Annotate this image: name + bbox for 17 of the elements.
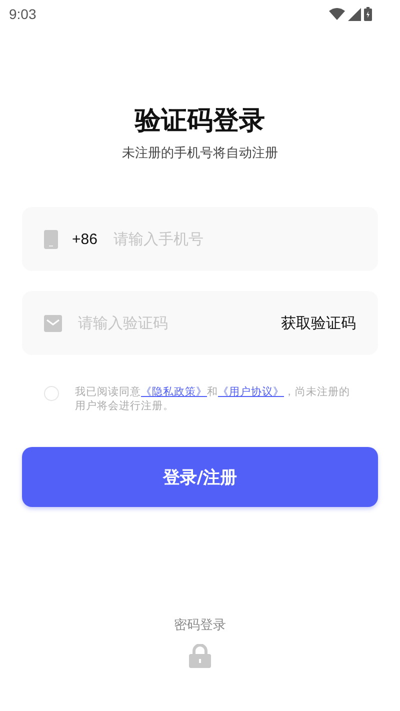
page-title: 验证码登录 <box>134 105 266 138</box>
page-subtitle: 未注册的手机号将自动注册 <box>121 145 279 162</box>
login-button[interactable]: 登录/注册 <box>22 447 378 507</box>
policy-link[interactable]: 《隐私政策》 <box>141 386 207 398</box>
lock-icon[interactable] <box>189 644 211 668</box>
phone-icon <box>44 230 58 248</box>
message-icon <box>44 314 62 332</box>
battery-icon <box>364 7 372 21</box>
agreement-text: 我已阅读同意《隐私政策》和《用户协议》，尚未注册的用户将会进行注册。 <box>75 385 351 413</box>
password-login-link[interactable]: 密码登录 <box>174 616 226 634</box>
status-time: 9:03 <box>9 6 36 22</box>
wifi-icon <box>329 8 345 20</box>
agree-checkbox[interactable] <box>44 386 59 401</box>
signal-icon <box>348 8 361 20</box>
get-code-button[interactable]: 获取验证码 <box>281 314 356 332</box>
policy-link[interactable]: 《用户协议》 <box>218 386 284 398</box>
country-code: +86 <box>72 230 98 248</box>
